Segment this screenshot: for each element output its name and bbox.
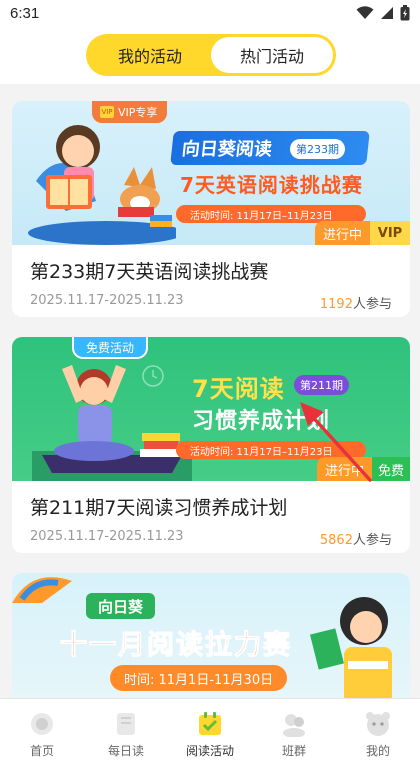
tab-home[interactable]: 首页 <box>0 699 84 762</box>
participant-number: 1192 <box>319 297 353 312</box>
tab-label: 我的 <box>365 744 390 758</box>
vip-tag: VIP <box>370 221 410 245</box>
tab-reading-activities[interactable]: 阅读活动 <box>168 699 252 762</box>
participant-suffix: 人参与 <box>352 533 392 548</box>
group-icon <box>280 711 308 737</box>
status-bar: 6:31 <box>0 0 420 26</box>
activity-banner: VIP VIP专享 向日葵阅读 第233期 7天英语阅读挑战赛 活动时间: 11… <box>12 101 410 245</box>
tab-label: 班群 <box>281 744 306 758</box>
card-date-range: 2025.11.17-2025.11.23 <box>30 293 184 308</box>
clock-icon <box>142 365 164 387</box>
card-title: 第211期7天阅读习惯养成计划 <box>30 497 288 519</box>
free-tag: 免费 <box>372 457 410 481</box>
tab-hot-activities[interactable]: 热门活动 <box>211 37 333 73</box>
girl-reading-illustration <box>28 125 176 245</box>
card-body: 第211期7天阅读习惯养成计划 2025.11.17-2025.11.23 58… <box>12 481 410 548</box>
participant-count: 5862人参与 <box>320 529 392 548</box>
banner-title: 十一月阅读拉力赛 <box>60 630 292 662</box>
bottom-tab-bar: 首页 每日读 阅读活动 班群 我的 <box>0 698 420 762</box>
status-icons <box>356 5 410 21</box>
activity-segment-control: 我的活动 热门活动 <box>86 34 336 76</box>
card-meta: 2025.11.17-2025.11.23 1192人参与 <box>30 293 392 312</box>
card-title: 第233期7天英语阅读挑战赛 <box>30 261 269 283</box>
red-pointer-arrow-icon <box>300 402 372 482</box>
banner-brand: 7天阅读 <box>192 375 285 403</box>
tab-label: 首页 <box>29 744 54 758</box>
banner-period: 第233期 <box>290 139 345 159</box>
status-time: 6:31 <box>10 4 40 22</box>
profile-icon <box>364 711 392 737</box>
status-badge: 进行中 <box>314 221 370 245</box>
banner-brand: 向日葵 <box>86 593 156 619</box>
activity-banner: 向日葵 十一月阅读拉力赛 时间: 11月1日-11月30日 <box>12 573 410 698</box>
participant-suffix: 人参与 <box>352 297 392 312</box>
banner-title: 7天英语阅读挑战赛 <box>180 173 363 197</box>
home-icon <box>28 711 56 737</box>
free-activity-badge: 免费活动 <box>72 337 149 359</box>
vip-exclusive-badge: VIP VIP专享 <box>92 101 168 123</box>
signal-icon <box>381 7 393 19</box>
tab-my-activities[interactable]: 我的活动 <box>89 37 211 73</box>
vip-crown-icon: VIP <box>100 106 114 118</box>
top-bar: 我的活动 热门活动 <box>0 26 420 84</box>
calendar-check-icon <box>196 711 224 737</box>
activity-card[interactable]: 向日葵 十一月阅读拉力赛 时间: 11月1日-11月30日 <box>12 573 410 698</box>
book-icon <box>112 711 140 737</box>
boy-reading-illustration <box>32 365 192 481</box>
tab-daily-reading[interactable]: 每日读 <box>84 699 168 762</box>
tab-label: 阅读活动 <box>185 744 234 758</box>
participant-count: 1192人参与 <box>320 293 392 312</box>
banner-time: 时间: 11月1日-11月30日 <box>110 665 288 691</box>
participant-number: 5862 <box>319 533 353 548</box>
activity-feed[interactable]: VIP VIP专享 向日葵阅读 第233期 7天英语阅读挑战赛 活动时间: 11… <box>0 84 420 698</box>
tab-label: 每日读 <box>107 744 144 758</box>
badge-label: VIP专享 <box>118 106 158 119</box>
battery-icon <box>400 5 410 21</box>
card-body: 第233期7天英语阅读挑战赛 2025.11.17-2025.11.23 119… <box>12 245 410 312</box>
card-meta: 2025.11.17-2025.11.23 5862人参与 <box>30 529 392 548</box>
banner-period: 第211期 <box>294 375 349 395</box>
tab-profile[interactable]: 我的 <box>336 699 420 762</box>
card-date-range: 2025.11.17-2025.11.23 <box>30 529 184 544</box>
wifi-icon <box>356 6 374 19</box>
activity-card[interactable]: VIP VIP专享 向日葵阅读 第233期 7天英语阅读挑战赛 活动时间: 11… <box>12 101 410 317</box>
tab-class-group[interactable]: 班群 <box>252 699 336 762</box>
girl-with-book-illustration <box>310 597 392 698</box>
